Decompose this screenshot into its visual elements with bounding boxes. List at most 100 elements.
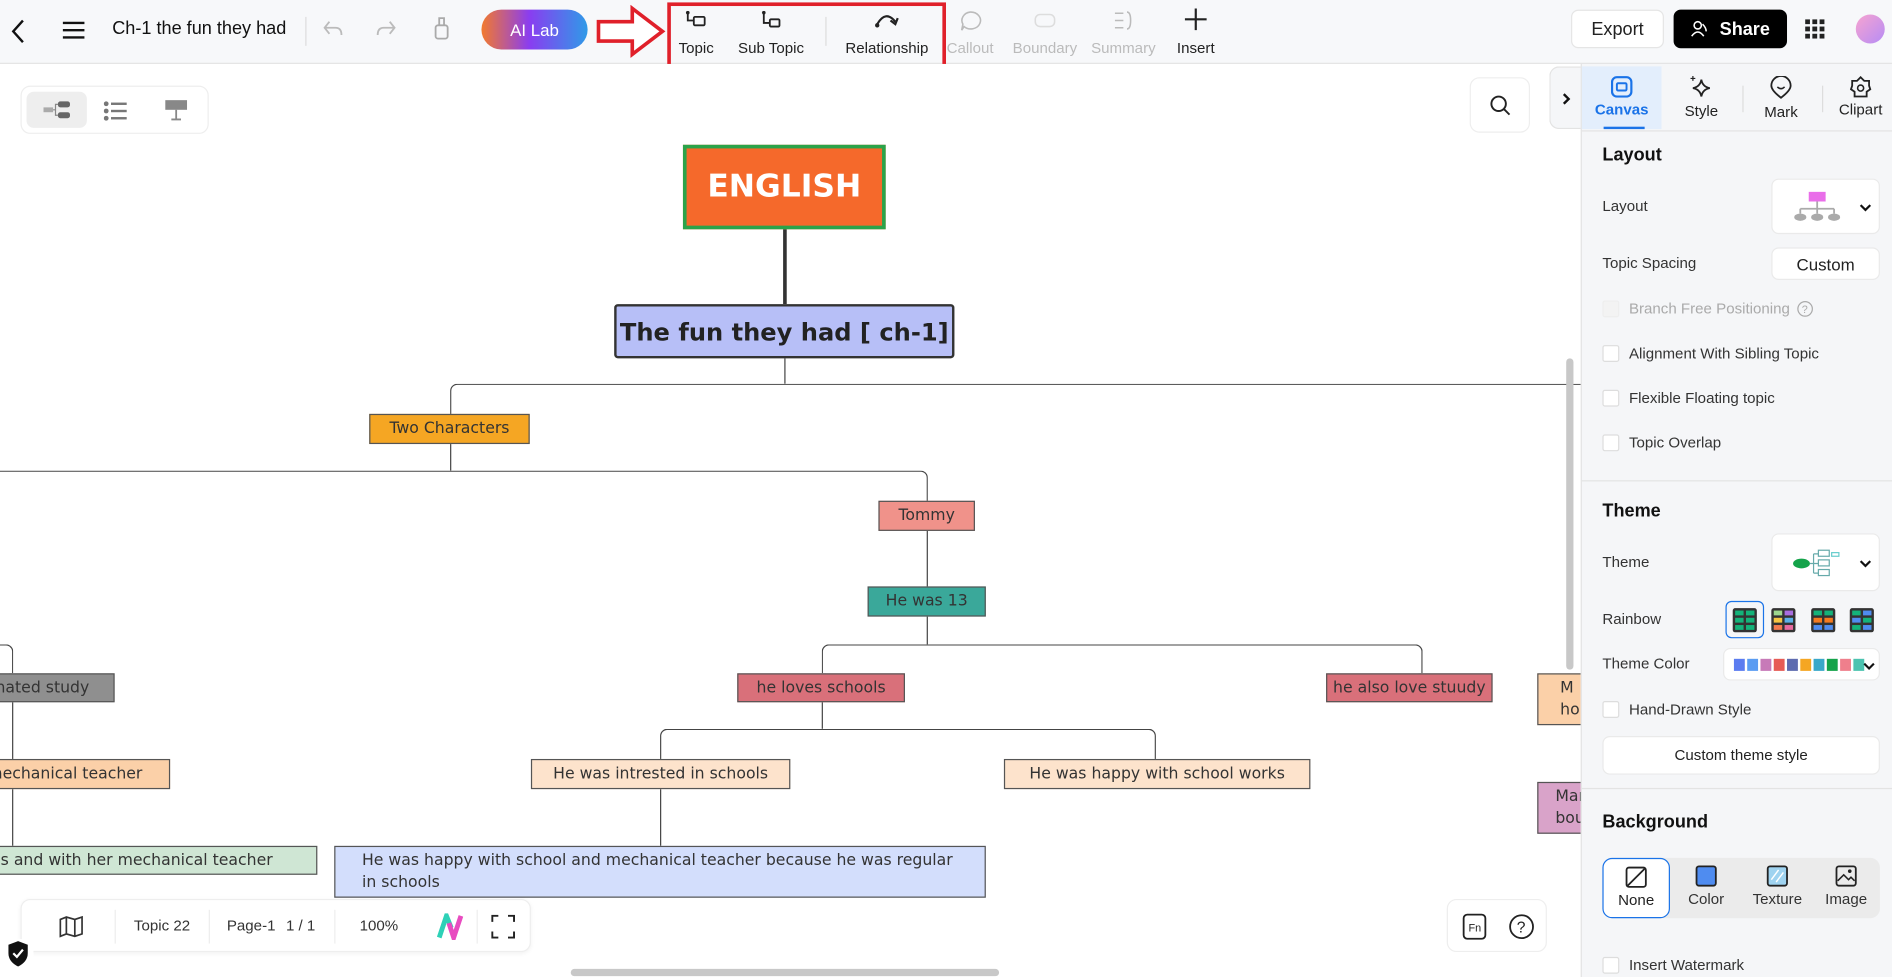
fullscreen-icon[interactable] xyxy=(491,914,515,939)
topic-overlap-checkbox[interactable] xyxy=(1602,434,1620,452)
page-name[interactable]: Page-1 xyxy=(227,917,276,934)
mindmap-canvas[interactable]: ENGLISH The fun they had [ ch-1] Two Cha… xyxy=(0,63,1592,977)
topic-mechanical-teacher[interactable]: mechanical teacher xyxy=(0,758,171,790)
tab-canvas[interactable]: Canvas xyxy=(1581,66,1662,130)
theme-label: Theme xyxy=(1602,553,1650,571)
root-topic[interactable]: ENGLISH xyxy=(682,144,886,230)
boundary-icon[interactable] xyxy=(1033,12,1057,29)
export-button[interactable]: Export xyxy=(1571,9,1664,49)
callout-icon[interactable] xyxy=(958,10,982,32)
relationship-button[interactable]: Relationship xyxy=(845,40,928,57)
background-image-button[interactable]: Image xyxy=(1812,858,1880,918)
topic-two-characters[interactable]: Two Characters xyxy=(369,413,530,445)
theme-color-swatch xyxy=(1813,658,1825,671)
topic-he-was-13[interactable]: He was 13 xyxy=(867,586,986,617)
theme-dropdown[interactable] xyxy=(1771,533,1880,592)
summary-icon[interactable] xyxy=(1111,10,1135,32)
insert-button[interactable]: Insert xyxy=(1177,40,1215,57)
summary-button[interactable]: Summary xyxy=(1091,40,1156,57)
format-painter-icon[interactable] xyxy=(432,16,451,43)
security-shield-icon[interactable] xyxy=(2,936,34,972)
redo-icon[interactable] xyxy=(375,18,397,40)
alignment-sibling-checkbox[interactable] xyxy=(1602,345,1620,362)
avatar[interactable] xyxy=(1855,14,1885,44)
custom-theme-style-button[interactable]: Custom theme style xyxy=(1602,736,1880,775)
topic-overlap-label: Topic Overlap xyxy=(1628,434,1722,452)
svg-text:Fn: Fn xyxy=(1468,923,1481,935)
toolbar: Ch-1 the fun they had AI Lab Topic Sub T… xyxy=(0,0,1892,70)
map-icon[interactable] xyxy=(59,915,83,938)
tab-clipart[interactable]: Clipart xyxy=(1821,66,1892,129)
vertical-scrollbar[interactable] xyxy=(1566,358,1574,670)
ai-lab-button[interactable]: AI Lab xyxy=(481,9,588,50)
relationship-icon[interactable] xyxy=(874,10,901,29)
rainbow-option-3[interactable] xyxy=(1810,607,1837,634)
rainbow-option-4[interactable] xyxy=(1849,607,1876,634)
boundary-button[interactable]: Boundary xyxy=(1013,40,1078,57)
option-label: None xyxy=(1618,891,1655,909)
presentation-view-icon[interactable] xyxy=(164,98,188,122)
option-label: Image xyxy=(1825,890,1868,908)
topic-happy-long[interactable]: He was happy with school and mechanical … xyxy=(334,845,986,898)
svg-text:?: ? xyxy=(1517,920,1526,937)
brand-logo-icon[interactable] xyxy=(436,913,464,940)
theme-color-swatch xyxy=(1840,658,1851,671)
layout-dropdown[interactable] xyxy=(1771,178,1880,235)
undo-icon[interactable] xyxy=(322,18,344,40)
color-icon xyxy=(1695,865,1717,887)
back-icon[interactable] xyxy=(10,18,27,45)
hand-drawn-checkbox[interactable] xyxy=(1602,701,1620,718)
theme-color-swatch xyxy=(1800,658,1812,671)
subtopic-button[interactable]: Sub Topic xyxy=(738,40,804,57)
panel-collapse-button[interactable] xyxy=(1549,66,1582,130)
help-icon[interactable]: ? xyxy=(1508,913,1535,940)
view-switcher xyxy=(20,85,209,134)
flexible-floating-checkbox[interactable] xyxy=(1602,389,1620,407)
outline-view-icon[interactable] xyxy=(103,100,128,122)
topic-hated-study[interactable]: hated study xyxy=(0,673,115,703)
background-none-button[interactable]: None xyxy=(1602,857,1670,919)
tab-mark[interactable]: Mark xyxy=(1741,66,1821,129)
subtopic-icon[interactable] xyxy=(759,10,783,30)
topic-schools-and-teacher[interactable]: ols and with her mechanical teacher xyxy=(0,845,318,875)
share-button[interactable]: Share xyxy=(1673,9,1788,49)
topic-intrested-in-schools[interactable]: He was intrested in schools xyxy=(530,758,791,790)
layout-heading: Layout xyxy=(1602,144,1662,166)
canvas-icon xyxy=(1610,76,1633,98)
arrow-annotation xyxy=(596,4,666,58)
rainbow-option-2[interactable] xyxy=(1770,607,1797,634)
menu-icon[interactable] xyxy=(62,21,85,40)
mindmap-view-button[interactable] xyxy=(26,91,87,128)
topic-happy-school-works[interactable]: He was happy with school works xyxy=(1003,758,1311,790)
background-texture-button[interactable]: Texture xyxy=(1742,858,1812,918)
chevron-down-icon xyxy=(1863,662,1875,671)
zoom-level[interactable]: 100% xyxy=(360,917,399,934)
apps-grid-icon[interactable] xyxy=(1805,19,1827,39)
svg-text:?: ? xyxy=(1802,304,1808,316)
user-icon xyxy=(1691,20,1708,37)
sparkle-icon xyxy=(1690,76,1710,97)
background-color-button[interactable]: Color xyxy=(1672,858,1740,918)
tab-style[interactable]: Style xyxy=(1662,66,1742,129)
tab-label: Clipart xyxy=(1838,101,1883,119)
topic-loves-schools[interactable]: he loves schools xyxy=(737,673,905,703)
callout-button[interactable]: Callout xyxy=(947,40,994,57)
plus-icon[interactable] xyxy=(1184,7,1208,31)
insert-watermark-label: Insert Watermark xyxy=(1628,956,1745,974)
help-circle-icon[interactable]: ? xyxy=(1797,300,1814,317)
topic-button[interactable]: Topic xyxy=(679,40,714,57)
horizontal-scrollbar[interactable] xyxy=(570,968,1000,977)
rainbow-option-1[interactable] xyxy=(1732,607,1759,634)
topic-spacing-button[interactable]: Custom xyxy=(1771,247,1880,280)
search-button[interactable] xyxy=(1469,77,1531,133)
topic-also-love-study[interactable]: he also love stuudy xyxy=(1326,673,1493,703)
main-topic[interactable]: The fun they had [ ch-1] xyxy=(614,304,955,359)
insert-watermark-checkbox[interactable] xyxy=(1602,956,1620,974)
function-icon[interactable]: Fn xyxy=(1462,913,1487,940)
document-title[interactable]: Ch-1 the fun they had xyxy=(112,18,286,39)
background-heading: Background xyxy=(1602,812,1709,833)
topic-icon[interactable] xyxy=(684,10,708,30)
topic-tommy[interactable]: Tommy xyxy=(878,500,975,531)
branch-free-checkbox[interactable] xyxy=(1602,300,1620,318)
theme-color-dropdown[interactable] xyxy=(1723,647,1880,681)
